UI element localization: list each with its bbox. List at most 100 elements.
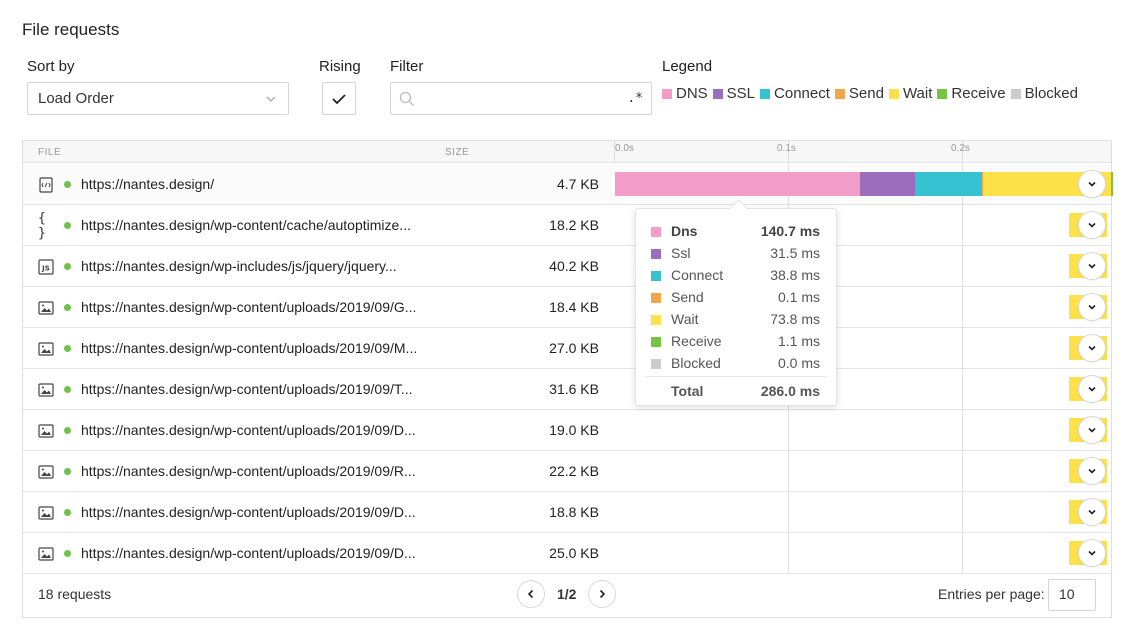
- tooltip-row-receive: Receive 1.1 ms: [636, 331, 836, 353]
- table-row[interactable]: { } https://nantes.design/wp-content/cach…: [23, 205, 1111, 246]
- legend-swatch: [834, 88, 845, 99]
- file-size: 40.2 KB: [549, 258, 599, 274]
- pagination: 1/2: [517, 580, 617, 608]
- status-dot: [64, 181, 71, 188]
- grid-line: [962, 369, 963, 409]
- file-url: https://nantes.design/wp-content/uploads…: [81, 381, 413, 397]
- image-file-icon: [38, 382, 54, 398]
- next-page-button[interactable]: [588, 580, 617, 608]
- chevron-down-icon: [1088, 181, 1096, 187]
- table-row[interactable]: https://nantes.design/wp-content/uploads…: [23, 533, 1111, 574]
- legend-swatch: [662, 88, 672, 99]
- sort-select[interactable]: Load Order: [27, 82, 289, 115]
- expand-row-button[interactable]: [1078, 498, 1106, 526]
- timing-bar[interactable]: [615, 172, 1113, 196]
- status-dot: [64, 550, 71, 557]
- file-size: 18.8 KB: [549, 504, 599, 520]
- tooltip-swatch: [651, 315, 661, 325]
- grid-line: [962, 533, 963, 573]
- tooltip-swatch: [651, 359, 661, 369]
- expand-row-button[interactable]: [1078, 170, 1106, 198]
- file-url: https://nantes.design/wp-includes/js/jqu…: [81, 258, 397, 274]
- legend-item-send: Send: [834, 85, 884, 102]
- grid-line: [962, 492, 963, 532]
- legend-label: Receive: [951, 85, 1006, 102]
- waterfall-cell: [614, 492, 1111, 532]
- table-row[interactable]: https://nantes.design/wp-content/uploads…: [23, 410, 1111, 451]
- tooltip-label: Receive: [671, 333, 722, 349]
- expand-row-button[interactable]: [1078, 416, 1106, 444]
- entries-per-page-input[interactable]: 10: [1048, 579, 1096, 611]
- page-indicator: 1/2: [557, 586, 577, 602]
- expand-row-button[interactable]: [1078, 457, 1106, 485]
- waterfall-cell: [614, 410, 1111, 450]
- expand-row-button[interactable]: [1078, 334, 1106, 362]
- tooltip-swatch: [651, 293, 661, 303]
- filter-input[interactable]: .*: [390, 82, 652, 115]
- expand-row-button[interactable]: [1078, 375, 1106, 403]
- tooltip-label: Connect: [671, 267, 724, 283]
- table-row[interactable]: https://nantes.design/wp-content/uploads…: [23, 287, 1111, 328]
- entries-per-page-label: Entries per page:: [938, 586, 1045, 602]
- grid-line: [962, 246, 963, 286]
- table-row[interactable]: https://nantes.design/wp-content/uploads…: [23, 328, 1111, 369]
- tooltip-label: Ssl: [671, 245, 691, 261]
- legend-item-receive: Receive: [937, 85, 1006, 102]
- check-icon: [332, 93, 346, 104]
- expand-row-button[interactable]: [1078, 211, 1106, 239]
- table-row[interactable]: JS https://nantes.design/wp-includes/js/j…: [23, 246, 1111, 287]
- image-file-icon: [38, 546, 54, 562]
- column-header-file: FILE: [38, 147, 62, 158]
- chevron-down-icon: [1088, 304, 1096, 310]
- filter-label: Filter: [390, 58, 424, 75]
- legend-item-dns: DNS: [662, 85, 708, 102]
- chevron-right-icon: [600, 589, 606, 599]
- file-size: 18.4 KB: [549, 299, 599, 315]
- legend-item-ssl: SSL: [712, 85, 755, 102]
- chevron-down-icon: [1088, 468, 1096, 474]
- tooltip-total-value: 286.0 ms: [760, 383, 820, 399]
- status-dot: [64, 345, 71, 352]
- image-file-icon: [38, 464, 54, 480]
- chevron-down-icon: [1088, 550, 1096, 556]
- column-header-size: SIZE: [445, 147, 470, 158]
- tooltip-row-ssl: Ssl 31.5 ms: [636, 243, 836, 265]
- table-row[interactable]: https://nantes.design/wp-content/uploads…: [23, 369, 1111, 410]
- tooltip-row-dns: Dns 140.7 ms: [636, 221, 836, 243]
- legend-swatch: [937, 88, 948, 99]
- file-url: https://nantes.design/: [81, 176, 215, 192]
- js-file-icon: JS: [38, 259, 54, 275]
- search-icon: [399, 91, 414, 106]
- rising-label: Rising: [319, 58, 361, 75]
- tooltip-value: 0.0 ms: [777, 355, 820, 371]
- legend-label: Connect: [774, 85, 830, 102]
- table-row[interactable]: https://nantes.design/wp-content/uploads…: [23, 492, 1111, 533]
- chevron-down-icon: [1088, 386, 1096, 392]
- tooltip-row-wait: Wait 73.8 ms: [636, 309, 836, 331]
- table-row[interactable]: https://nantes.design/4.7 KB: [23, 164, 1113, 205]
- table-row[interactable]: https://nantes.design/wp-content/uploads…: [23, 451, 1111, 492]
- tooltip-label: Send: [671, 289, 704, 305]
- legend-item-connect: Connect: [760, 85, 830, 102]
- tick-label: 0.2s: [951, 143, 970, 154]
- rising-checkbox[interactable]: [322, 82, 356, 115]
- expand-row-button[interactable]: [1078, 252, 1106, 280]
- request-count: 18 requests: [38, 586, 112, 602]
- tooltip-swatch: [651, 337, 661, 347]
- chevron-down-icon: [1088, 345, 1096, 351]
- grid-line: [962, 287, 963, 327]
- table-header: FILE SIZE 0.0s 0.1s 0.2s: [23, 141, 1111, 163]
- tooltip-value: 73.8 ms: [770, 311, 820, 327]
- timing-segment-dns: [615, 172, 860, 196]
- table-footer: 18 requests 1/2 Entries per page: 10: [23, 574, 1111, 617]
- prev-page-button[interactable]: [517, 580, 545, 608]
- regex-toggle[interactable]: .*: [627, 91, 643, 106]
- file-size: 25.0 KB: [549, 545, 599, 561]
- legend-swatch: [1010, 88, 1021, 99]
- expand-row-button[interactable]: [1078, 539, 1106, 567]
- tooltip-swatch: [651, 249, 661, 259]
- expand-row-button[interactable]: [1078, 293, 1106, 321]
- legend-label: Wait: [902, 85, 933, 102]
- timing-segment-ssl: [859, 172, 915, 196]
- status-dot: [64, 386, 71, 393]
